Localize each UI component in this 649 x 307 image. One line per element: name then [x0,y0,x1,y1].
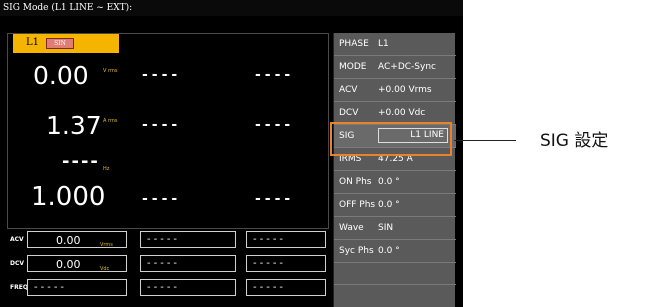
acv-value: 0.00 [56,234,81,247]
side-row-syc-phs[interactable]: Syc Phs 0.0 ° [334,240,456,263]
freq-phase2-dashes: ----- [147,282,181,293]
mode-key: MODE [339,62,367,72]
on-phs-value: 0.0 ° [378,177,400,187]
frequency-readout: ---- [62,151,100,172]
dcv-field-phase2[interactable]: ----- [140,255,236,272]
callout-label: SIG 設定 [540,131,609,151]
freq-field-phase2[interactable]: ----- [140,279,236,296]
dcv-phase2-dashes: ----- [147,258,181,269]
channel-tab[interactable]: L1 SIN [13,34,119,53]
syc-phs-value: 0.0 ° [378,246,400,256]
sig-highlight-frame [330,122,452,156]
current-readout: 1.37 [46,111,102,140]
settings-side-panel: PHASE L1 MODE AC+DC-Sync ACV +0.00 Vrms … [333,33,456,307]
side-row-mode[interactable]: MODE AC+DC-Sync [334,56,456,79]
settings-strip: ACV 0.00 Vrms ----- ----- DCV 0.00 Vdc -… [7,231,329,307]
dcv-label: DCV [10,260,25,267]
side-row-on-phs[interactable]: ON Phs 0.0 ° [334,171,456,194]
current-unit: A rms [103,118,118,124]
wave-value: SIN [378,223,394,233]
acv-field[interactable]: 0.00 Vrms [27,231,127,248]
dcv-field-phase3[interactable]: ----- [246,255,326,272]
side-row-empty-2 [334,285,456,307]
frequency-unit: Hz [103,166,110,172]
off-phs-key: OFF Phs [339,200,376,210]
acv-field-phase2[interactable]: ----- [140,231,236,248]
syc-phs-key: Syc Phs [339,246,374,256]
channel-label: L1 [26,37,40,48]
freq-field-phase3[interactable]: ----- [246,279,326,296]
side-row-off-phs[interactable]: OFF Phs 0.0 ° [334,194,456,217]
side-dcv-value: +0.00 Vdc [378,108,426,118]
freq-field[interactable]: ----- [27,279,127,296]
phase2-voltage-placeholder: ---- [142,67,182,83]
wave-key: Wave [339,223,364,233]
side-dcv-key: DCV [339,108,359,118]
dcv-phase3-dashes: ----- [253,258,287,269]
acv-unit: Vrms [100,242,113,248]
acv-phase3-dashes: ----- [253,234,287,245]
side-row-phase[interactable]: PHASE L1 [334,33,456,56]
power-factor-readout: 1.000 [31,182,106,212]
voltage-readout: 0.00 [33,61,89,90]
phase2-pf-placeholder: ---- [142,191,182,207]
callout-leader-line [454,140,516,141]
screen-title: SIG Mode (L1 LINE ~ EXT): [0,0,463,16]
acv-label: ACV [10,236,24,243]
off-phs-value: 0.0 ° [378,200,400,210]
phase3-pf-placeholder: ---- [255,191,295,207]
mode-value: AC+DC-Sync [378,62,436,72]
freq-label: FREQ [10,284,28,291]
side-row-empty-1 [334,263,456,285]
phase3-voltage-placeholder: ---- [255,67,295,83]
waveform-badge: SIN [46,38,74,49]
acv-phase2-dashes: ----- [147,234,181,245]
freq-phase3-dashes: ----- [253,282,287,293]
dcv-unit: Vdc [100,266,110,272]
side-row-wave[interactable]: Wave SIN [334,217,456,240]
side-acv-key: ACV [339,85,358,95]
phase-key: PHASE [339,39,369,49]
dcv-field[interactable]: 0.00 Vdc [27,255,127,272]
acv-field-phase3[interactable]: ----- [246,231,326,248]
phase-value: L1 [378,39,389,49]
side-acv-value: +0.00 Vrms [378,85,432,95]
freq-value: ----- [34,282,68,293]
phase2-current-placeholder: ---- [142,117,182,133]
on-phs-key: ON Phs [339,177,372,187]
side-row-acv[interactable]: ACV +0.00 Vrms [334,79,456,102]
voltage-unit: V rms [103,68,118,74]
phase3-current-placeholder: ---- [255,117,295,133]
dcv-value: 0.00 [56,258,81,271]
